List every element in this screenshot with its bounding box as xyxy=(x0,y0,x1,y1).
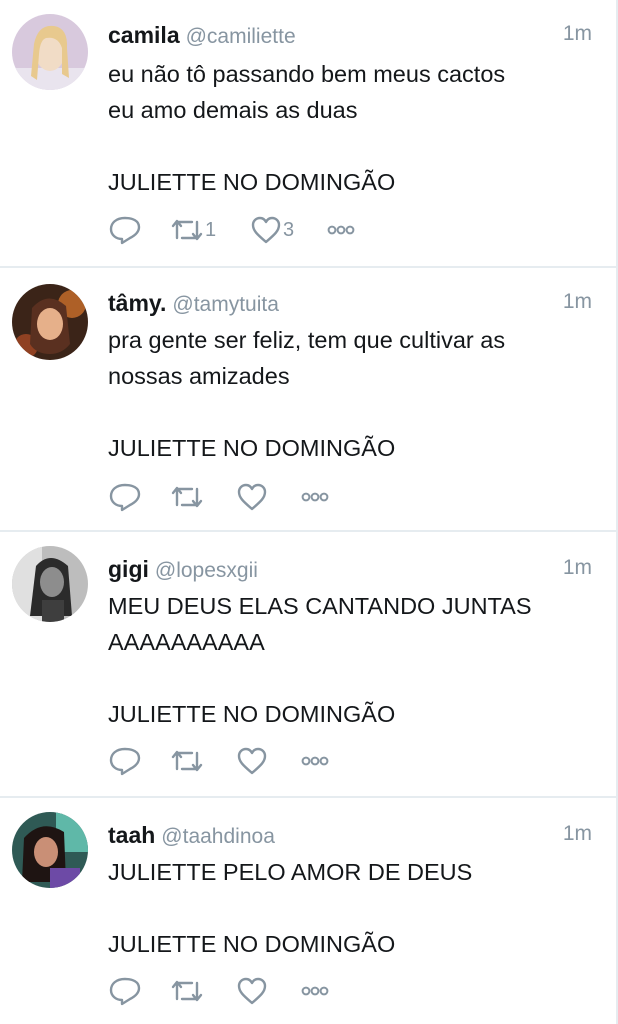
more-icon xyxy=(301,492,329,502)
display-name[interactable]: tâmy. xyxy=(108,290,166,316)
more-icon xyxy=(327,225,355,235)
user-handle[interactable]: @taahdinoa xyxy=(161,825,275,848)
retweet-icon xyxy=(171,219,203,241)
avatar-image xyxy=(12,812,88,888)
like-button[interactable] xyxy=(236,480,269,514)
avatar-image xyxy=(12,546,88,622)
like-button[interactable] xyxy=(236,744,269,778)
tweet-line: JULIETTE NO DOMINGÃO xyxy=(108,931,396,957)
retweet-icon xyxy=(171,750,203,772)
avatar-image xyxy=(12,284,88,360)
timestamp[interactable]: 1m xyxy=(563,290,592,314)
tweet-text: JULIETTE PELO AMOR DE DEUS JULIETTE NO D… xyxy=(108,854,598,962)
timestamp[interactable]: 1m xyxy=(563,822,592,846)
reply-icon xyxy=(109,747,141,776)
more-button[interactable] xyxy=(298,480,332,514)
tweet-line: nossas amizades xyxy=(108,363,290,389)
retweet-count: 1 xyxy=(205,218,217,241)
retweet-button[interactable] xyxy=(170,974,205,1008)
tweet-line: JULIETTE NO DOMINGÃO xyxy=(108,701,396,727)
tweet-text: pra gente ser feliz, tem que cultivar as… xyxy=(108,322,598,466)
display-name[interactable]: taah xyxy=(108,822,155,848)
tweet-line xyxy=(108,128,598,164)
tweet-line: eu não tô passando bem meus cactos xyxy=(108,61,506,87)
retweet-button[interactable] xyxy=(170,744,205,778)
more-button[interactable] xyxy=(324,213,358,247)
user-handle[interactable]: @lopesxgii xyxy=(155,559,258,582)
more-button[interactable] xyxy=(298,974,332,1008)
retweet-button[interactable]: 1 xyxy=(170,213,216,247)
reply-button[interactable] xyxy=(108,480,142,514)
tweet-line: JULIETTE NO DOMINGÃO xyxy=(108,169,396,195)
tweet[interactable]: gigi @lopesxgii 1m MEU DEUS ELAS CANTANDO… xyxy=(0,532,616,798)
reply-icon xyxy=(109,977,141,1006)
tweet-line: eu amo demais as duas xyxy=(108,97,358,123)
tweet-feed: camila @camiliette 1m eu não tô passando … xyxy=(0,0,618,1024)
avatar[interactable] xyxy=(12,546,88,622)
avatar[interactable] xyxy=(12,284,88,360)
avatar[interactable] xyxy=(12,14,88,90)
user-handle[interactable]: @tamytuita xyxy=(172,293,279,316)
like-count: 3 xyxy=(283,218,295,241)
display-name[interactable]: camila xyxy=(108,22,180,48)
tweet-line: JULIETTE NO DOMINGÃO xyxy=(108,435,396,461)
more-icon xyxy=(301,756,329,766)
reply-button[interactable] xyxy=(108,213,142,247)
tweet-line: JULIETTE PELO AMOR DE DEUS xyxy=(108,859,473,885)
heart-icon xyxy=(237,977,267,1005)
tweet-line: pra gente ser feliz, tem que cultivar as xyxy=(108,327,506,353)
reply-button[interactable] xyxy=(108,974,142,1008)
tweet[interactable]: taah @taahdinoa 1m JULIETTE PELO AMOR DE … xyxy=(0,798,616,1024)
retweet-button[interactable] xyxy=(170,480,205,514)
retweet-icon xyxy=(171,486,203,508)
tweet-text: eu não tô passando bem meus cactos eu am… xyxy=(108,56,598,200)
avatar-image xyxy=(12,14,88,90)
heart-icon xyxy=(237,747,267,775)
tweet-line xyxy=(108,890,598,926)
more-button[interactable] xyxy=(298,744,332,778)
timestamp[interactable]: 1m xyxy=(563,22,592,46)
reply-button[interactable] xyxy=(108,744,142,778)
avatar[interactable] xyxy=(12,812,88,888)
tweet-line: MEU DEUS ELAS CANTANDO JUNTAS xyxy=(108,593,532,619)
tweet[interactable]: camila @camiliette 1m eu não tô passando … xyxy=(0,0,616,268)
reply-icon xyxy=(109,483,141,512)
timestamp[interactable]: 1m xyxy=(563,556,592,580)
display-name[interactable]: gigi xyxy=(108,556,149,582)
heart-icon xyxy=(237,483,267,511)
like-button[interactable]: 3 xyxy=(250,213,294,247)
tweet-text: MEU DEUS ELAS CANTANDO JUNTAS AAAAAAAAAA… xyxy=(108,588,598,732)
tweet-line xyxy=(108,394,598,430)
heart-icon xyxy=(251,216,281,244)
reply-icon xyxy=(109,216,141,245)
tweet[interactable]: tâmy. @tamytuita 1m pra gente ser feliz, … xyxy=(0,268,616,532)
tweet-line: AAAAAAAAAA xyxy=(108,629,265,655)
more-icon xyxy=(301,986,329,996)
user-handle[interactable]: @camiliette xyxy=(186,25,296,48)
retweet-icon xyxy=(171,980,203,1002)
like-button[interactable] xyxy=(236,974,269,1008)
tweet-line xyxy=(108,660,598,696)
